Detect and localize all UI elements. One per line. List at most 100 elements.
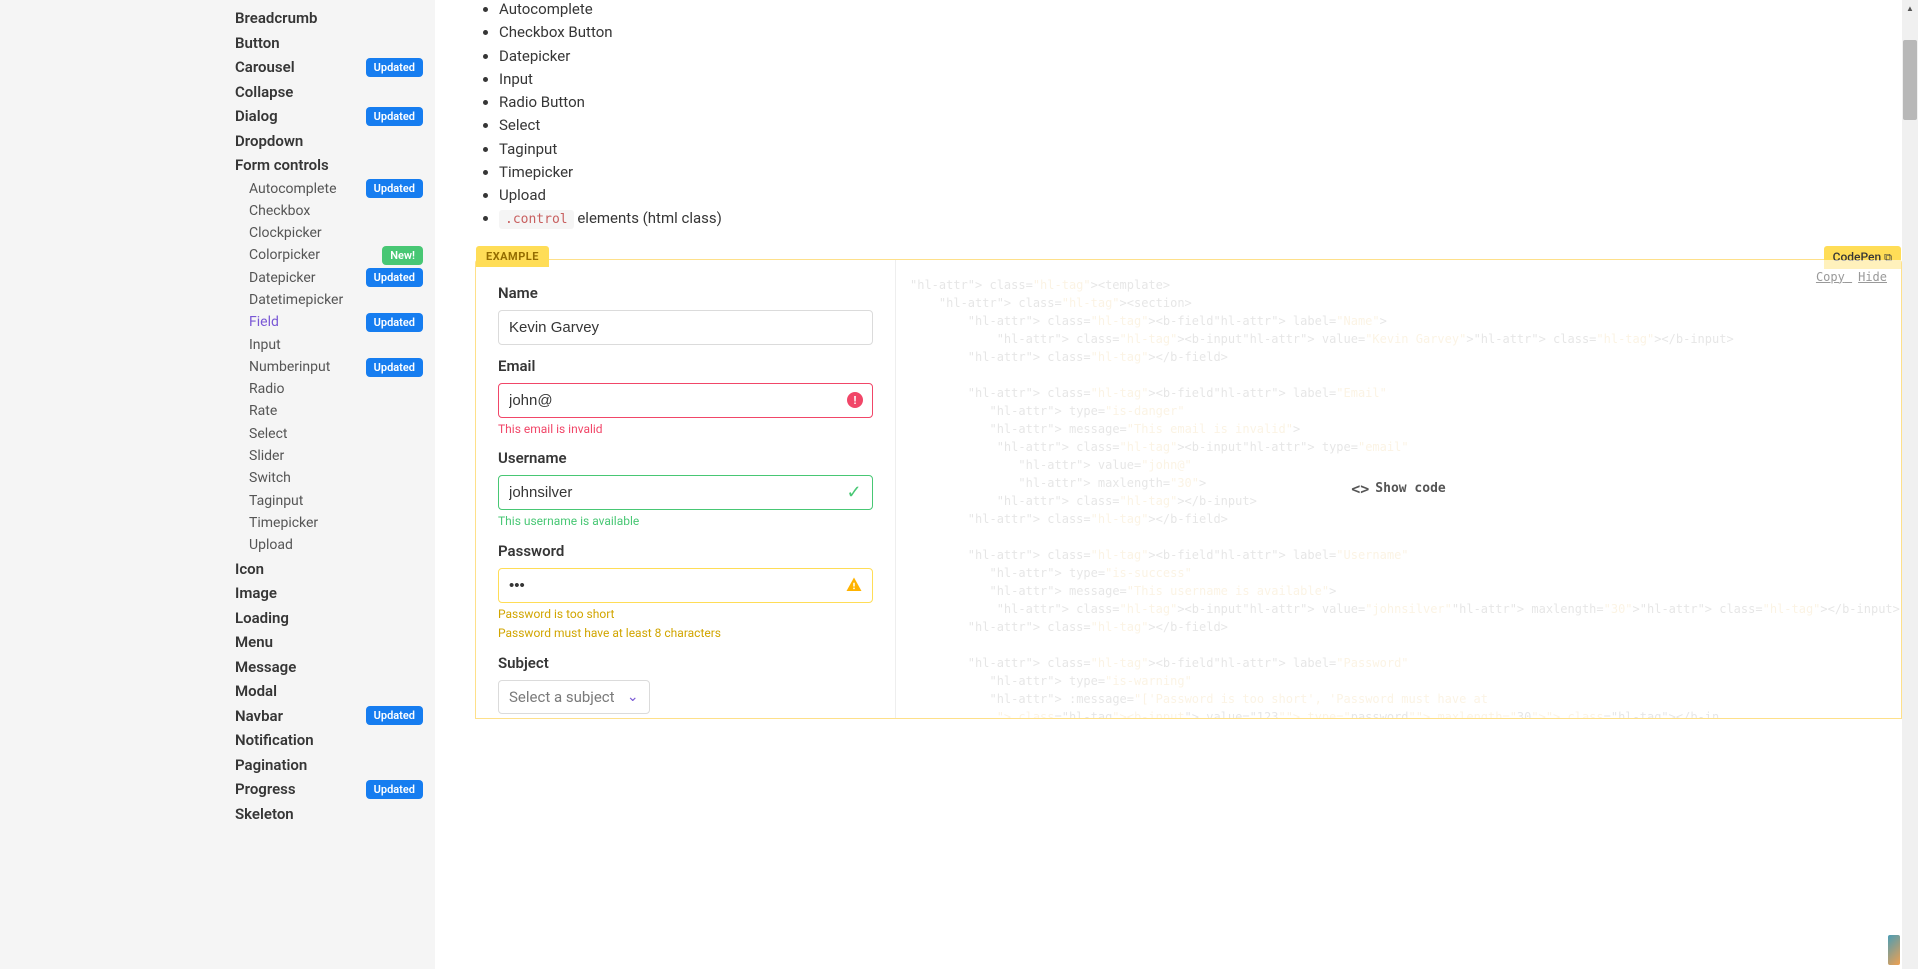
list-item: Timepicker [499, 161, 1902, 184]
sidebar-item-label: Dropdown [235, 130, 303, 153]
sidebar-item-label: Datepicker [235, 268, 316, 288]
sidebar-item-select[interactable]: Select [235, 423, 435, 445]
sidebar-item-field[interactable]: FieldUpdated [235, 311, 435, 333]
name-input[interactable] [498, 310, 873, 345]
password-input[interactable] [498, 568, 873, 603]
example-badge: EXAMPLE [476, 246, 549, 267]
name-label: Name [498, 284, 873, 302]
list-item: Radio Button [499, 91, 1902, 114]
username-input[interactable] [498, 475, 873, 510]
hide-button[interactable]: Hide [1858, 270, 1887, 284]
sidebar-item-modal[interactable]: Modal [235, 679, 435, 704]
sidebar-item-clockpicker[interactable]: Clockpicker [235, 222, 435, 244]
sidebar-item-radio[interactable]: Radio [235, 378, 435, 400]
sidebar-item-label: Datetimepicker [235, 290, 343, 310]
sidebar-item-menu[interactable]: Menu [235, 630, 435, 655]
sidebar-item-label: Notification [235, 729, 314, 752]
vertical-scrollbar[interactable]: ▲ [1902, 0, 1918, 969]
password-help-2: Password must have at least 8 characters [498, 626, 873, 642]
badge-updated: Updated [366, 179, 423, 198]
email-help: This email is invalid [498, 422, 873, 438]
badge-updated: Updated [366, 706, 423, 725]
sidebar-item-label: Pagination [235, 754, 307, 777]
sidebar-item-slider[interactable]: Slider [235, 445, 435, 467]
sidebar-item-label: Taginput [235, 491, 303, 511]
sidebar-item-label: Modal [235, 680, 277, 703]
sidebar-item-label: Carousel [235, 56, 295, 79]
sidebar-item-breadcrumb[interactable]: Breadcrumb [235, 6, 435, 31]
subject-placeholder: Select a subject [509, 688, 615, 706]
list-item: Upload [499, 184, 1902, 207]
sidebar-item-label: Loading [235, 607, 289, 630]
sidebar-item-numberinput[interactable]: NumberinputUpdated [235, 356, 435, 378]
show-code-overlay[interactable]: <> Show code [896, 260, 1901, 718]
list-item: Checkbox Button [499, 21, 1902, 44]
sidebar-item-switch[interactable]: Switch [235, 467, 435, 489]
username-help: This username is available [498, 514, 873, 530]
sidebar-item-label: Form controls [235, 154, 329, 177]
sidebar-item-checkbox[interactable]: Checkbox [235, 200, 435, 222]
sidebar-item-label: Image [235, 582, 277, 605]
sidebar-item-message[interactable]: Message [235, 655, 435, 680]
scroll-up-arrow[interactable]: ▲ [1902, 0, 1918, 16]
sidebar-item-label: Checkbox [235, 201, 310, 221]
copy-button[interactable]: Copy [1816, 270, 1845, 284]
sidebar-item-label: Collapse [235, 81, 293, 104]
list-item: Select [499, 114, 1902, 137]
sidebar-item-autocomplete[interactable]: AutocompleteUpdated [235, 178, 435, 200]
sidebar-item-upload[interactable]: Upload [235, 534, 435, 556]
badge-updated: Updated [366, 358, 423, 377]
example-container: EXAMPLE CodePen ⧉ Name Email ! [475, 259, 1902, 719]
badge-updated: Updated [366, 268, 423, 287]
sidebar-item-dropdown[interactable]: Dropdown [235, 129, 435, 154]
sidebar-item-label: Menu [235, 631, 273, 654]
sidebar-item-label: Breadcrumb [235, 7, 317, 30]
sidebar-item-label: Navbar [235, 705, 283, 728]
sidebar-item-label: Message [235, 656, 296, 679]
sidebar-item-loading[interactable]: Loading [235, 606, 435, 631]
sidebar-item-label: Clockpicker [235, 223, 322, 243]
badge-updated: Updated [366, 107, 423, 126]
sidebar-item-rate[interactable]: Rate [235, 400, 435, 422]
sidebar-item-form-controls[interactable]: Form controls [235, 153, 435, 178]
component-list: AutocompleteCheckbox ButtonDatepickerInp… [499, 0, 1902, 231]
sidebar-item-notification[interactable]: Notification [235, 728, 435, 753]
sidebar-item-dialog[interactable]: DialogUpdated [235, 104, 435, 129]
sidebar-item-colorpicker[interactable]: Colorpicker New! [235, 244, 435, 266]
scroll-thumb[interactable] [1903, 40, 1917, 120]
sidebar-item-label: Skeleton [235, 803, 294, 826]
sidebar-item-image[interactable]: Image [235, 581, 435, 606]
sidebar-item-progress[interactable]: ProgressUpdated [235, 777, 435, 802]
code-panel: Copy Hide "hl-attr"> class="hl-tag"><tem… [896, 260, 1901, 718]
sidebar-item-input[interactable]: Input [235, 334, 435, 356]
sidebar-item-label: Colorpicker [235, 245, 320, 265]
sidebar-item-datetimepicker[interactable]: Datetimepicker [235, 289, 435, 311]
username-label: Username [498, 449, 873, 467]
subject-select[interactable]: Select a subject ⌄ [498, 680, 650, 714]
sidebar-item-datepicker[interactable]: Datepicker Updated [235, 267, 435, 289]
sidebar-item-carousel[interactable]: CarouselUpdated [235, 55, 435, 80]
sidebar-item-button[interactable]: Button [235, 31, 435, 56]
sidebar-item-label: Rate [235, 401, 277, 421]
password-label: Password [498, 542, 873, 560]
sidebar-item-skeleton[interactable]: Skeleton [235, 802, 435, 827]
sidebar-item-label: Progress [235, 778, 296, 801]
sidebar-item-label: Slider [235, 446, 284, 466]
sidebar: BreadcrumbButtonCarouselUpdatedCollapseD… [0, 0, 435, 969]
badge-updated: Updated [366, 313, 423, 332]
email-input[interactable] [498, 383, 873, 418]
main-content: AutocompleteCheckbox ButtonDatepickerInp… [435, 0, 1920, 969]
sidebar-item-icon[interactable]: Icon [235, 557, 435, 582]
warning-icon [845, 576, 863, 594]
sidebar-item-pagination[interactable]: Pagination [235, 753, 435, 778]
sidebar-item-taginput[interactable]: Taginput [235, 490, 435, 512]
list-item: Datepicker [499, 45, 1902, 68]
list-item: Taginput [499, 138, 1902, 161]
sidebar-item-navbar[interactable]: Navbar Updated [235, 704, 435, 729]
badge-new: New! [382, 246, 423, 265]
sidebar-item-label: Switch [235, 468, 291, 488]
code-actions: Copy Hide [1810, 270, 1887, 284]
sidebar-item-collapse[interactable]: Collapse [235, 80, 435, 105]
list-item: .control elements (html class) [499, 207, 1902, 230]
sidebar-item-timepicker[interactable]: Timepicker [235, 512, 435, 534]
